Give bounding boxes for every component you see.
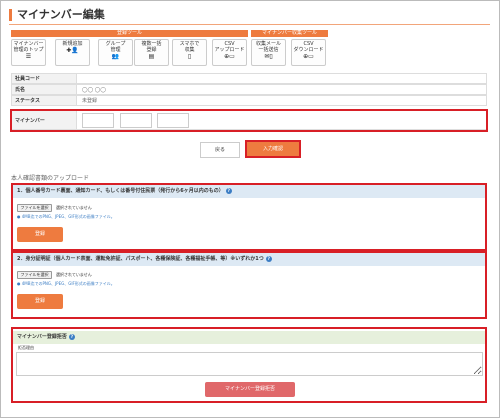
section2-highlight (11, 251, 487, 319)
name-value: ◯◯ ◯◯ (82, 86, 106, 93)
status-value: 未登録 (82, 98, 98, 104)
status-label: ステータス (12, 96, 77, 105)
tool-mynumber-top-button[interactable]: マイナンバー 管理のトップ ☰ (11, 39, 46, 66)
name-label: 氏名 (12, 85, 77, 94)
tool-group-header-register: 登録ツール (11, 30, 248, 37)
tool-csv-download-button[interactable]: CSV ダウンロード ⊕▭ (291, 39, 326, 66)
name-row: 氏名 ◯◯ ◯◯ (11, 84, 487, 95)
tool-smartphone-collect-button[interactable]: スマホで 収集 ▯ (172, 39, 207, 66)
section3-highlight (11, 327, 487, 403)
tool-group-header-collect: マイナンバー収集ツール (251, 30, 328, 37)
add-user-icon: ✚👤 (66, 47, 79, 54)
status-row: ステータス 未登録 (11, 95, 487, 106)
back-button[interactable]: 戻る (200, 142, 240, 158)
upload-section-title: 本人確認書類のアップロード (11, 175, 90, 182)
section1-highlight (11, 183, 487, 251)
group-icon: 👥 (111, 53, 120, 60)
tool-add-new-button[interactable]: 新規追加 ✚👤 (55, 39, 90, 66)
tool-bulk-mail-button[interactable]: 収集メール 一括送信 ✉▯ (251, 39, 286, 66)
employee-code-label: 社員コード (12, 74, 77, 83)
tool-bulk-register-button[interactable]: 複数一括 登録 ▤ (134, 39, 169, 66)
bulk-register-icon: ▤ (148, 53, 155, 60)
employee-code-row: 社員コード (11, 73, 487, 84)
smartphone-icon: ▯ (187, 53, 192, 60)
title-divider (9, 24, 490, 25)
upload-icon: ⊕▭ (224, 53, 235, 60)
tool-csv-upload-button[interactable]: CSV アップロード ⊕▭ (212, 39, 247, 66)
mail-icon: ✉▯ (264, 53, 273, 60)
my-number-input-3[interactable] (157, 113, 189, 128)
my-number-input-2[interactable] (120, 113, 152, 128)
confirm-input-button[interactable]: 入力確認 (245, 140, 301, 158)
my-number-input-1[interactable] (82, 113, 114, 128)
list-icon: ☰ (25, 53, 32, 60)
tool-group-manage-button[interactable]: グループ 管理 👥 (98, 39, 133, 66)
page-title: マイナンバー編集 (9, 9, 105, 21)
download-icon: ⊕▭ (303, 53, 314, 60)
